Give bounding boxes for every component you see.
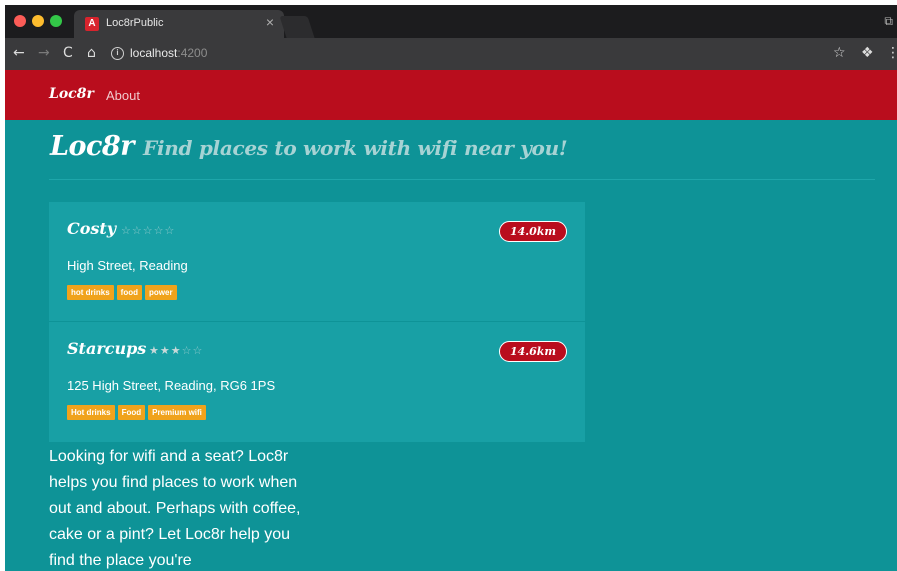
facility-tag: food xyxy=(116,285,142,300)
star-empty-icon: ☆ xyxy=(131,224,143,237)
site-navbar: Loc8r About xyxy=(5,70,897,120)
close-window-button[interactable] xyxy=(14,15,26,27)
star-filled-icon: ★ xyxy=(149,344,160,357)
facility-tag: power xyxy=(145,285,177,300)
url-host: localhost xyxy=(130,46,178,60)
maximize-window-button[interactable] xyxy=(50,15,62,27)
home-icon[interactable]: ⌂ xyxy=(87,45,96,61)
navbar-brand[interactable]: Loc8r xyxy=(49,86,94,102)
facility-tags: Hot drinks Food Premium wifi xyxy=(67,405,206,420)
address-bar[interactable]: localhost:4200 xyxy=(130,46,207,60)
extension-icon[interactable]: ❖ xyxy=(861,45,874,61)
star-empty-icon: ☆ xyxy=(164,224,176,237)
location-card[interactable]: Costy ☆☆☆☆☆ 14.0km High Street, Reading … xyxy=(49,202,585,321)
back-arrow-icon[interactable]: ← xyxy=(13,45,25,61)
sidebar-description: Looking for wifi and a seat? Loc8r helps… xyxy=(49,448,301,569)
distance-badge: 14.6km xyxy=(498,341,567,362)
location-card[interactable]: Starcups ★★★☆☆ 14.6km 125 High Street, R… xyxy=(49,322,585,442)
distance-badge: 14.0km xyxy=(498,221,567,242)
facility-tags: hot drinks food power xyxy=(67,285,177,300)
page-title: Loc8r xyxy=(50,131,134,162)
angular-icon: A xyxy=(85,17,99,31)
site-info-icon[interactable]: i xyxy=(111,47,124,60)
facility-tag: Hot drinks xyxy=(67,405,115,420)
location-address: High Street, Reading xyxy=(67,258,188,273)
facility-tag: Premium wifi xyxy=(148,405,206,420)
location-name[interactable]: Costy xyxy=(67,219,116,238)
star-empty-icon: ☆ xyxy=(142,224,154,237)
star-empty-icon: ☆ xyxy=(181,344,193,357)
tab-bar: A Loc8rPublic × ⧉ xyxy=(5,5,897,38)
star-empty-icon: ☆ xyxy=(192,344,204,357)
browser-tab[interactable]: A Loc8rPublic × xyxy=(74,10,284,38)
star-empty-icon: ☆ xyxy=(121,224,132,237)
window-icon[interactable]: ⧉ xyxy=(884,14,893,29)
close-tab-icon[interactable]: × xyxy=(266,15,274,29)
bookmark-star-icon[interactable]: ☆ xyxy=(833,45,846,61)
header-divider xyxy=(49,179,875,180)
star-rating-icon: ★★★☆☆ xyxy=(149,344,203,357)
star-rating-icon: ☆☆☆☆☆ xyxy=(121,224,175,237)
page-strapline: Find places to work with wifi near you! xyxy=(143,136,568,160)
minimize-window-button[interactable] xyxy=(32,15,44,27)
star-empty-icon: ☆ xyxy=(153,224,165,237)
new-tab-button[interactable] xyxy=(279,16,315,38)
tab-title: Loc8rPublic xyxy=(106,17,164,29)
star-filled-icon: ★ xyxy=(170,344,182,357)
url-port: :4200 xyxy=(177,46,208,60)
facility-tag: hot drinks xyxy=(67,285,114,300)
forward-arrow-icon[interactable]: → xyxy=(38,45,50,61)
star-filled-icon: ★ xyxy=(159,344,171,357)
location-list: Costy ☆☆☆☆☆ 14.0km High Street, Reading … xyxy=(49,202,585,442)
facility-tag: Food xyxy=(117,405,146,420)
page-header: Loc8r Find places to work with wifi near… xyxy=(50,131,568,162)
location-address: 125 High Street, Reading, RG6 1PS xyxy=(67,378,276,393)
browser-window: A Loc8rPublic × ⧉ ← → C ⌂ i localhost:42… xyxy=(5,5,897,571)
menu-icon[interactable]: ⋮ xyxy=(886,45,897,61)
browser-toolbar: ← → C ⌂ i localhost:4200 ☆ ❖ ⋮ xyxy=(5,38,897,70)
location-name[interactable]: Starcups xyxy=(67,339,146,358)
nav-link-about[interactable]: About xyxy=(106,88,140,103)
reload-icon[interactable]: C xyxy=(63,45,73,61)
